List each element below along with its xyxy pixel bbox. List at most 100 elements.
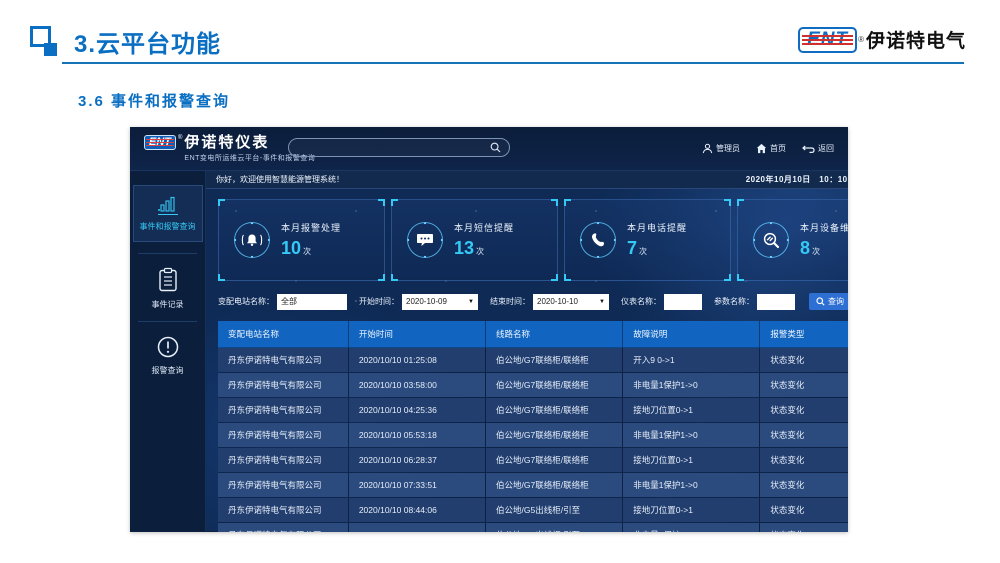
- start-time-value: 2020-10-09: [406, 297, 447, 306]
- ent-logo-small-icon: ENT: [144, 135, 176, 150]
- stat-card-sms-reminders: 本月短信提醒 13次: [391, 199, 558, 281]
- end-time-value: 2020-10-10: [537, 297, 578, 306]
- alert-circle-icon: [156, 335, 180, 359]
- table-cell: 伯公地/G5出线柜/引至: [486, 523, 623, 533]
- table-cell: 丹东伊诺特电气有限公司: [218, 448, 348, 473]
- table-cell: 伯公地/G7联络柜/联络柜: [486, 348, 623, 373]
- table-cell: 状态变化: [760, 523, 848, 533]
- table-cell: 状态变化: [760, 473, 848, 498]
- chevron-down-icon: ▼: [599, 299, 605, 305]
- meter-name-input[interactable]: [664, 294, 702, 310]
- registered-mark: ®: [178, 135, 182, 141]
- table-cell: 状态变化: [760, 398, 848, 423]
- table-row[interactable]: 丹东伊诺特电气有限公司2020/10/10 05:53:18伯公地/G7联络柜/…: [218, 423, 848, 448]
- table-row[interactable]: 丹东伊诺特电气有限公司2020/10/10 06:28:37伯公地/G7联络柜/…: [218, 448, 848, 473]
- chevron-down-icon: ▼: [468, 299, 474, 305]
- datetime-display: 2020年10月10日 10：10：00 星期六: [746, 174, 848, 185]
- sidebar-divider: [138, 253, 197, 254]
- stat-card-alarm-handled: 本月报警处理 10次: [218, 199, 385, 281]
- table-cell: 丹东伊诺特电气有限公司: [218, 498, 348, 523]
- table-cell: 伯公地/G7联络柜/联络柜: [486, 423, 623, 448]
- start-time-select[interactable]: 2020-10-09 ▼: [402, 294, 478, 310]
- table-cell: 2020/10/10 09:51:43: [348, 523, 485, 533]
- sidebar-item-event-records[interactable]: 事件记录: [130, 265, 205, 310]
- stat-cards: 本月报警处理 10次 本月短信提醒 13次: [218, 199, 848, 281]
- sidebar-item-event-alarm-query[interactable]: 事件和报警查询: [130, 185, 205, 242]
- phone-icon: [580, 222, 616, 258]
- section-square-icon: [30, 26, 58, 56]
- user-icon: [702, 143, 713, 154]
- table-row[interactable]: 丹东伊诺特电气有限公司2020/10/10 04:25:36伯公地/G7联络柜/…: [218, 398, 848, 423]
- column-header: 故障说明: [623, 321, 760, 348]
- query-button[interactable]: 查询: [809, 293, 848, 310]
- stat-value: 7: [627, 238, 637, 258]
- search-input[interactable]: [297, 143, 490, 152]
- search-icon: [816, 297, 825, 306]
- home-button[interactable]: 首页: [756, 143, 786, 154]
- stat-label: 本月电话提醒: [627, 221, 687, 234]
- alarm-bell-icon: [234, 222, 270, 258]
- dashboard-main: 你好，欢迎使用智慧能源管理系统！ 2020年10月10日 10：10：00 星期…: [206, 171, 848, 531]
- clipboard-icon: [157, 267, 179, 293]
- document-header: 3.云平台功能 ENT ® 伊诺特电气: [30, 24, 966, 59]
- table-cell: 状态变化: [760, 448, 848, 473]
- table-cell: 丹东伊诺特电气有限公司: [218, 373, 348, 398]
- column-header: 变配电站名称: [218, 321, 348, 348]
- table-cell: 2020/10/10 07:33:51: [348, 473, 485, 498]
- stat-value: 10: [281, 238, 301, 258]
- table-cell: 非电量1保护1->0: [623, 523, 760, 533]
- table-cell: 2020/10/10 04:25:36: [348, 398, 485, 423]
- alarm-table-body: 丹东伊诺特电气有限公司2020/10/10 01:25:08伯公地/G7联络柜/…: [218, 348, 848, 533]
- param-name-label: 参数名称：: [714, 296, 754, 307]
- column-header: 线路名称: [486, 321, 623, 348]
- user-label: 管理员: [716, 143, 740, 154]
- search-icon[interactable]: [490, 142, 501, 153]
- table-cell: 接地刀位置0->1: [623, 498, 760, 523]
- table-cell: 伯公地/G7联络柜/联络柜: [486, 373, 623, 398]
- table-cell: 伯公地/G7联络柜/联络柜: [486, 473, 623, 498]
- repair-wrench-icon: [753, 222, 789, 258]
- section-title: 3.云平台功能: [74, 24, 221, 59]
- stat-card-equipment-repair: 本月设备维修 8次: [737, 199, 848, 281]
- table-cell: 丹东伊诺特电气有限公司: [218, 523, 348, 533]
- page: 3.云平台功能 ENT ® 伊诺特电气 3.6 事件和报警查询 ENT ® 伊诺…: [0, 0, 1000, 563]
- home-label: 首页: [770, 143, 786, 154]
- sidebar-divider: [138, 321, 197, 322]
- param-name-input[interactable]: [757, 294, 795, 310]
- stat-unit: 次: [639, 247, 647, 256]
- table-cell: 丹东伊诺特电气有限公司: [218, 398, 348, 423]
- table-row[interactable]: 丹东伊诺特电气有限公司2020/10/10 03:58:00伯公地/G7联络柜/…: [218, 373, 848, 398]
- back-button[interactable]: 返回: [802, 143, 834, 154]
- table-cell: 接地刀位置0->1: [623, 398, 760, 423]
- station-filter-label: 变配电站名称：: [218, 296, 274, 307]
- table-row[interactable]: 丹东伊诺特电气有限公司2020/10/10 07:33:51伯公地/G7联络柜/…: [218, 473, 848, 498]
- stat-value: 8: [800, 238, 810, 258]
- table-cell: 2020/10/10 08:44:06: [348, 498, 485, 523]
- table-row[interactable]: 丹东伊诺特电气有限公司2020/10/10 01:25:08伯公地/G7联络柜/…: [218, 348, 848, 373]
- end-time-select[interactable]: 2020-10-10 ▼: [533, 294, 609, 310]
- bar-chart-icon: [158, 196, 178, 215]
- stat-unit: 次: [303, 247, 311, 256]
- station-name-input[interactable]: [277, 294, 347, 310]
- table-row[interactable]: 丹东伊诺特电气有限公司2020/10/10 09:51:43伯公地/G5出线柜/…: [218, 523, 848, 533]
- search-bar[interactable]: [288, 138, 510, 157]
- table-cell: 状态变化: [760, 348, 848, 373]
- sidebar-item-label: 事件和报警查询: [140, 221, 196, 232]
- table-cell: 非电量1保护1->0: [623, 423, 760, 448]
- table-row[interactable]: 丹东伊诺特电气有限公司2020/10/10 08:44:06伯公地/G5出线柜/…: [218, 498, 848, 523]
- sidebar-item-label: 报警查询: [152, 365, 184, 376]
- table-cell: 2020/10/10 01:25:08: [348, 348, 485, 373]
- back-arrow-icon: [802, 143, 815, 154]
- stat-label: 本月短信提醒: [454, 221, 514, 234]
- registered-mark: ®: [858, 35, 864, 44]
- user-menu[interactable]: 管理员: [702, 143, 740, 154]
- table-cell: 状态变化: [760, 373, 848, 398]
- table-cell: 2020/10/10 06:28:37: [348, 448, 485, 473]
- column-header: 报警类型: [760, 321, 848, 348]
- dashboard-topbar: ENT ® 伊诺特仪表 ENT变电所运维云平台-事件和报警查询 管理: [130, 127, 848, 171]
- sidebar-item-alarm-query[interactable]: 报警查询: [130, 333, 205, 376]
- filter-bar: 变配电站名称： 开始时间： 2020-10-09 ▼ 结束时间： 2020-10…: [218, 293, 848, 310]
- dashboard-window: ENT ® 伊诺特仪表 ENT变电所运维云平台-事件和报警查询 管理: [130, 127, 848, 532]
- start-time-label: 开始时间：: [359, 296, 399, 307]
- end-time-label: 结束时间：: [490, 296, 530, 307]
